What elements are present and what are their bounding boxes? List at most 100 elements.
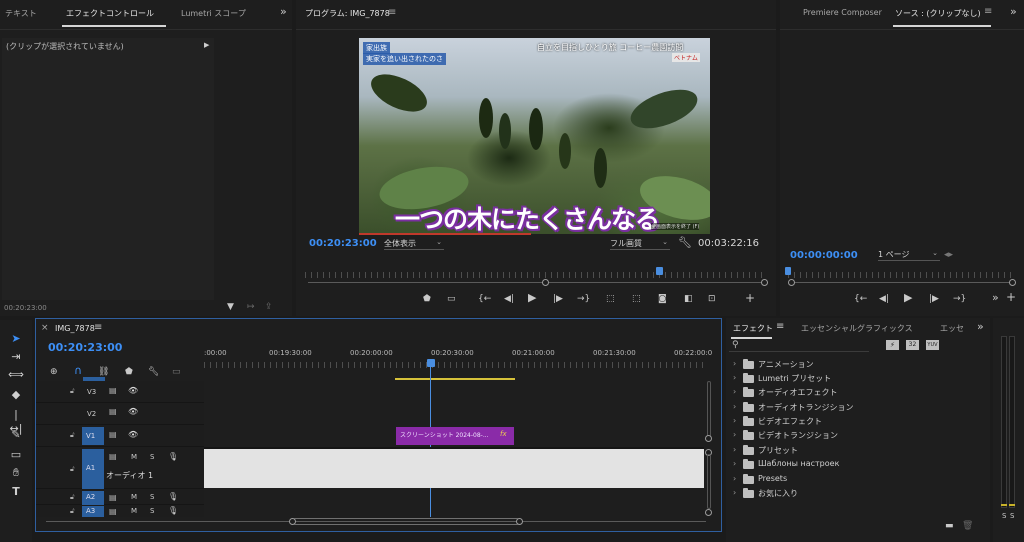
lock-icon[interactable]: 🔓︎ — [70, 465, 75, 474]
overflow-icon[interactable]: » — [280, 6, 287, 17]
program-zoom-handle-left[interactable] — [542, 279, 549, 286]
extract-icon[interactable]: ⬚ — [632, 294, 641, 304]
hand-tool-icon[interactable]: ✋︎ — [8, 466, 24, 480]
microphone-icon[interactable]: 🎙︎ — [168, 452, 178, 461]
source-zoom-handle-left[interactable] — [788, 279, 795, 286]
solo-button[interactable]: S — [150, 507, 154, 515]
snap-icon[interactable]: ∩ — [74, 365, 82, 376]
new-bin-icon[interactable]: ▬ — [945, 521, 954, 531]
timeline-hscroll-bar[interactable] — [292, 518, 520, 525]
sync-lock-icon[interactable]: ▤ — [109, 430, 117, 439]
nest-icon[interactable]: ⊕ — [50, 367, 58, 377]
linked-selection-icon[interactable]: ⛓︎ — [98, 367, 109, 377]
program-timecode[interactable]: 00:20:23:00 — [309, 238, 377, 249]
program-playhead[interactable] — [656, 267, 663, 275]
play-icon[interactable]: ▶ — [528, 292, 536, 303]
sync-lock-icon[interactable]: ▤ — [109, 386, 117, 395]
ripple-edit-tool-icon[interactable]: ⟺ — [8, 368, 24, 382]
tab-effect-controls[interactable]: エフェクトコントロール — [66, 8, 154, 19]
video-track-scroll-handle[interactable] — [705, 435, 712, 442]
audio-clip-a1[interactable] — [204, 449, 704, 488]
work-area-bar[interactable] — [395, 378, 515, 380]
drag-video-icon[interactable]: ◂▸ — [944, 250, 953, 260]
go-to-out-icon[interactable]: →} — [953, 294, 966, 304]
search-input[interactable] — [743, 339, 863, 351]
page-select[interactable]: 1 ページ ⌄ — [878, 249, 940, 261]
program-menu-icon[interactable]: ≡ — [388, 7, 396, 18]
track-target-v3[interactable]: V3 — [84, 383, 104, 401]
add-marker-icon[interactable]: ⬟ — [423, 294, 431, 304]
zoom-select[interactable]: 全体表示 ⌄ — [384, 238, 444, 250]
selection-tool-icon[interactable]: ➤ — [8, 332, 24, 346]
filter-icon[interactable]: ▼ — [227, 302, 234, 312]
step-back-icon[interactable]: ◀| — [504, 294, 514, 304]
step-back-icon[interactable]: ◀| — [879, 294, 889, 304]
audio-scroll-end-handle[interactable] — [705, 509, 712, 516]
play-icon[interactable]: ▶ — [904, 292, 912, 303]
source-menu-icon[interactable]: ≡ — [984, 6, 992, 17]
source-patch-a1[interactable]: A1 — [82, 449, 104, 489]
track-select-tool-icon[interactable]: ⇥ — [8, 350, 24, 364]
compare-view-icon[interactable]: ◧ — [684, 294, 693, 304]
tab-essential-graphics[interactable]: エッセンシャルグラフィックス — [801, 323, 913, 334]
go-to-out-icon[interactable]: →} — [577, 294, 590, 304]
sync-lock-icon[interactable]: ▤ — [109, 493, 117, 502]
solo-left-button[interactable]: S — [1002, 512, 1006, 520]
quality-select[interactable]: フル画質 ⌄ — [610, 238, 670, 250]
wrench-icon[interactable]: 🔧︎ — [678, 237, 692, 248]
source-zoom-handle-right[interactable] — [1009, 279, 1016, 286]
sequence-tab[interactable]: IMG_7878 — [55, 324, 95, 333]
pen-tool-icon[interactable]: ✎ — [8, 428, 24, 442]
source-patch-a3[interactable]: A3 — [82, 506, 104, 517]
solo-button[interactable]: S — [150, 453, 154, 461]
v3-source-patch[interactable] — [83, 377, 105, 381]
effects-menu-icon[interactable]: ≡ — [776, 321, 784, 332]
video-clip[interactable]: スクリーンショット 2024-08-... fx — [396, 427, 514, 445]
tab-premiere-composer[interactable]: Premiere Composer — [803, 8, 882, 17]
rectangle-tool-icon[interactable]: ▭ — [8, 448, 24, 462]
lift-icon[interactable]: ⬚ — [606, 294, 615, 304]
eye-icon[interactable]: 👁︎ — [128, 407, 138, 416]
search-field[interactable]: ⚲ — [729, 339, 869, 352]
source-patch-v1[interactable]: V1 — [82, 427, 104, 445]
lock-icon[interactable]: 🔓︎ — [70, 507, 75, 516]
solo-button[interactable]: S — [150, 493, 154, 501]
timeline-menu-icon[interactable]: ≡ — [94, 322, 102, 333]
overflow-icon[interactable]: » — [1010, 6, 1017, 17]
play-clip-audio-icon[interactable]: ↦ — [247, 302, 255, 312]
step-forward-icon[interactable]: |▶ — [553, 294, 563, 304]
timeline-timecode[interactable]: 00:20:23:00 — [48, 341, 122, 354]
32bit-effects-button[interactable]: 32 — [906, 340, 919, 350]
source-playhead[interactable] — [785, 267, 791, 275]
mute-button[interactable]: M — [131, 453, 137, 461]
mark-in-icon[interactable]: {← — [478, 294, 491, 304]
program-zoom-handle-right[interactable] — [761, 279, 768, 286]
expand-arrow-icon[interactable]: ▶ — [204, 41, 209, 49]
sync-lock-icon[interactable]: ▤ — [109, 507, 117, 516]
lock-icon[interactable]: 🔓︎ — [70, 493, 75, 502]
microphone-icon[interactable]: 🎙︎ — [168, 492, 178, 501]
tab-text[interactable]: テキスト — [5, 8, 37, 19]
step-forward-icon[interactable]: |▶ — [929, 294, 939, 304]
add-button-icon[interactable]: + — [1006, 291, 1016, 303]
trash-icon[interactable]: 🗑︎ — [962, 521, 973, 531]
timeline-audio-vscroll[interactable] — [707, 454, 711, 509]
accelerated-effects-button[interactable]: ⚡︎ — [886, 340, 899, 350]
mute-button[interactable]: M — [131, 493, 137, 501]
tab-source[interactable]: ソース : (クリップなし) — [895, 8, 981, 19]
camera-icon[interactable]: ◙ — [658, 294, 667, 304]
source-timecode[interactable]: 00:00:00:00 — [790, 250, 858, 261]
tab-lumetri-scopes[interactable]: Lumetri スコープ — [181, 8, 246, 19]
overflow-icon[interactable]: » — [977, 320, 984, 333]
sync-lock-icon[interactable]: ▤ — [109, 407, 117, 416]
razor-tool-icon[interactable]: ◆ — [8, 388, 24, 402]
type-tool-icon[interactable]: T — [8, 485, 24, 499]
track-target-v2[interactable]: V2 — [84, 405, 104, 423]
settings-wrench-icon[interactable]: 🔧︎ — [148, 367, 159, 377]
export-icon[interactable]: ⇪ — [265, 302, 273, 312]
captions-icon[interactable]: ▭ — [172, 367, 181, 377]
mark-in-icon[interactable]: {← — [854, 294, 867, 304]
slip-tool-icon[interactable]: |↔| — [8, 408, 24, 435]
vr-video-icon[interactable]: ⊡ — [708, 294, 716, 304]
add-marker-icon[interactable]: ⬟ — [125, 367, 133, 377]
